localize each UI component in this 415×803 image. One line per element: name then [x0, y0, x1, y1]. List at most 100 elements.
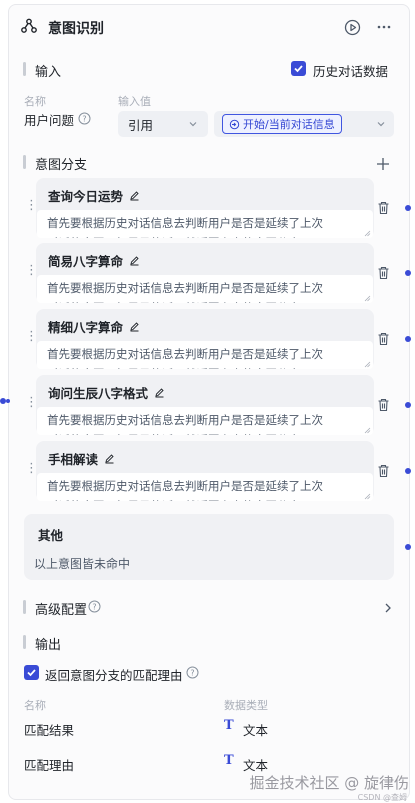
- edit-pencil-icon[interactable]: [129, 190, 140, 201]
- text-type-icon: T: [224, 718, 234, 733]
- branch-title[interactable]: 简易八字算命: [48, 251, 123, 270]
- branch-title-row: 简易八字算命: [48, 251, 140, 270]
- resize-handle-icon[interactable]: [364, 361, 371, 368]
- edit-pencil-icon[interactable]: [129, 255, 140, 266]
- output-port[interactable]: [405, 402, 411, 408]
- other-branch-card: 其他 以上意图皆未命中: [24, 514, 394, 580]
- svg-text:?: ?: [92, 603, 96, 612]
- resize-handle-icon[interactable]: [364, 230, 371, 237]
- branch-title[interactable]: 手相解读: [48, 449, 98, 468]
- trash-icon[interactable]: [377, 398, 390, 412]
- branch-prompt-textarea[interactable]: 首先要根据历史对话信息去判断用户是否是延续了上次对话的意图，如果是的话，就返回上…: [37, 210, 373, 238]
- branch-prompt-line: 首先要根据历史对话信息去判断用户是否是延续了上次: [47, 216, 323, 230]
- history-checkbox[interactable]: [291, 61, 306, 76]
- branch-title-row: 查询今日运势: [48, 186, 140, 205]
- branch-prompt-line: 首先要根据历史对话信息去判断用户是否是延续了上次: [47, 347, 323, 361]
- branch-prompt-line: 对话的意图，如果是的话，就返回上次的意图分支: [47, 496, 363, 501]
- trash-icon[interactable]: [377, 266, 390, 280]
- section-bar: [23, 635, 26, 649]
- branch-title[interactable]: 询问生辰八字格式: [48, 383, 148, 402]
- run-button[interactable]: [342, 17, 362, 37]
- param-name: 用户问题: [24, 113, 75, 128]
- branch-prompt-textarea[interactable]: 首先要根据历史对话信息去判断用户是否是延续了上次对话的意图，如果是的话，就返回上…: [37, 341, 373, 369]
- check-icon: [27, 669, 36, 677]
- drag-handle-icon[interactable]: ⋮⋮: [25, 330, 50, 343]
- other-title: 其他: [38, 528, 64, 543]
- svg-text:?: ?: [190, 669, 194, 678]
- reason-label: 返回意图分支的匹配理由: [45, 668, 183, 683]
- check-icon: [294, 65, 303, 73]
- drag-handle-icon[interactable]: ⋮⋮: [25, 396, 50, 409]
- chevron-down-icon: [377, 122, 385, 127]
- branches-section-title: 意图分支: [35, 158, 88, 173]
- node-title: 意图识别: [48, 21, 104, 37]
- ref-value-select[interactable]: 开始/当前对话信息: [214, 111, 394, 137]
- branch-prompt-textarea[interactable]: 首先要根据历史对话信息去判断用户是否是延续了上次对话的意图，如果是的话，就返回上…: [37, 473, 373, 501]
- edit-pencil-icon[interactable]: [104, 453, 115, 464]
- branch-prompt-line: 对话的意图，如果是的话，就返回上次的意图分支: [47, 298, 363, 303]
- section-bar: [23, 62, 26, 76]
- branch-card: 简易八字算命首先要根据历史对话信息去判断用户是否是延续了上次对话的意图，如果是的…: [36, 243, 374, 303]
- chevron-down-icon: [189, 122, 197, 127]
- text-type-icon: T: [224, 753, 234, 768]
- output-port[interactable]: [405, 336, 411, 342]
- ref-type-select[interactable]: 引用: [118, 111, 208, 137]
- output-row-name: 匹配理由: [24, 758, 75, 773]
- input-section-title: 输入: [35, 65, 62, 80]
- add-branch-icon[interactable]: [376, 157, 390, 171]
- branch-prompt-line: 首先要根据历史对话信息去判断用户是否是延续了上次: [47, 413, 323, 427]
- output-port[interactable]: [405, 544, 411, 550]
- branch-title[interactable]: 精细八字算命: [48, 317, 123, 336]
- branch-card: 查询今日运势首先要根据历史对话信息去判断用户是否是延续了上次对话的意图，如果是的…: [36, 178, 374, 238]
- ref-type-value: 引用: [128, 117, 154, 133]
- input-port-dot: [6, 399, 10, 403]
- branch-prompt-line: 对话的意图，如果是的话，就返回上次的意图分支: [47, 364, 363, 369]
- output-port[interactable]: [405, 270, 411, 276]
- more-button[interactable]: [374, 17, 394, 37]
- branch-title-row: 询问生辰八字格式: [48, 383, 165, 402]
- help-icon[interactable]: ?: [88, 600, 101, 613]
- chevron-right-icon[interactable]: [382, 602, 394, 614]
- output-section-title: 输出: [35, 638, 62, 653]
- svg-text:?: ?: [82, 115, 86, 124]
- branch-prompt-line: 首先要根据历史对话信息去判断用户是否是延续了上次: [47, 479, 323, 493]
- output-col-name: 名称: [24, 699, 46, 712]
- intent-node-icon: [21, 18, 37, 33]
- trash-icon[interactable]: [377, 464, 390, 478]
- branch-prompt-line: 首先要根据历史对话信息去判断用户是否是延续了上次: [47, 281, 323, 295]
- help-icon[interactable]: ?: [78, 112, 91, 125]
- branch-prompt-textarea[interactable]: 首先要根据历史对话信息去判断用户是否是延续了上次对话的意图，如果是的话，就返回上…: [37, 275, 373, 303]
- resize-handle-icon[interactable]: [364, 427, 371, 434]
- trash-icon[interactable]: [377, 201, 390, 215]
- section-bar: [23, 600, 26, 614]
- col-name-header: 名称: [24, 95, 46, 108]
- watermark-sub: CSDN @查姆: [357, 793, 407, 802]
- history-label: 历史对话数据: [313, 64, 389, 79]
- help-icon[interactable]: ?: [186, 666, 199, 679]
- output-col-type: 数据类型: [224, 699, 268, 712]
- branch-title[interactable]: 查询今日运势: [48, 186, 123, 205]
- play-circle-icon: [344, 19, 360, 35]
- branch-card: 手相解读首先要根据历史对话信息去判断用户是否是延续了上次对话的意图，如果是的话，…: [36, 441, 374, 501]
- advanced-title[interactable]: 高级配置: [35, 599, 87, 618]
- resize-handle-icon[interactable]: [364, 493, 371, 500]
- edit-pencil-icon[interactable]: [154, 387, 165, 398]
- output-port[interactable]: [405, 468, 411, 474]
- more-dots-icon: [377, 25, 391, 29]
- variable-icon: [229, 119, 240, 129]
- branch-prompt-textarea[interactable]: 首先要根据历史对话信息去判断用户是否是延续了上次对话的意图，如果是的话，就返回上…: [37, 407, 373, 435]
- drag-handle-icon[interactable]: ⋮⋮: [25, 264, 50, 277]
- watermark: 掘金技术社区 @ 旋律伤: [249, 774, 409, 792]
- branch-prompt-line: 对话的意图，如果是的话，就返回上次的意图分支: [47, 233, 363, 238]
- resize-handle-icon[interactable]: [364, 295, 371, 302]
- branch-card: 询问生辰八字格式首先要根据历史对话信息去判断用户是否是延续了上次对话的意图，如果…: [36, 375, 374, 435]
- drag-handle-icon[interactable]: ⋮⋮: [25, 462, 50, 475]
- branch-title-row: 精细八字算命: [48, 317, 140, 336]
- drag-handle-icon[interactable]: ⋮⋮: [25, 199, 50, 212]
- branch-card: 精细八字算命首先要根据历史对话信息去判断用户是否是延续了上次对话的意图，如果是的…: [36, 309, 374, 369]
- output-port[interactable]: [405, 205, 411, 211]
- col-value-header: 输入值: [118, 95, 151, 108]
- reason-checkbox[interactable]: [24, 665, 39, 680]
- edit-pencil-icon[interactable]: [129, 321, 140, 332]
- trash-icon[interactable]: [377, 332, 390, 346]
